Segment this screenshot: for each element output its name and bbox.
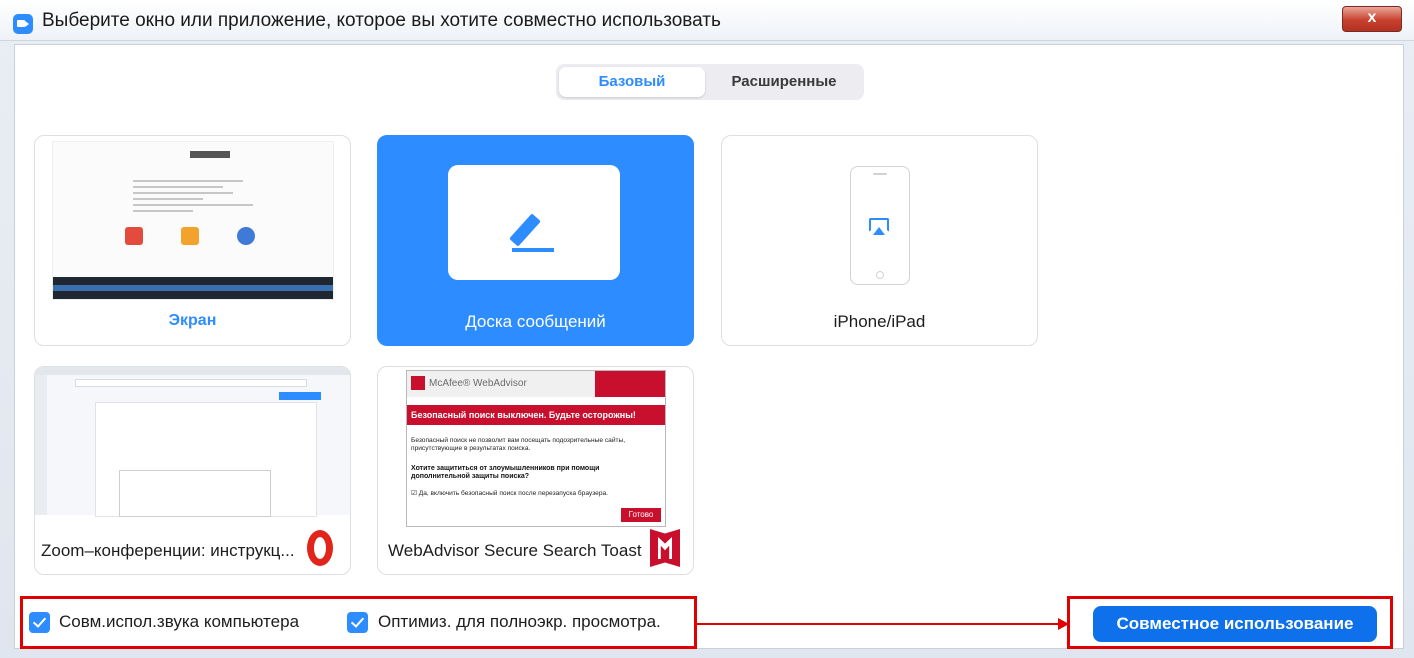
screen-label: Экран bbox=[168, 312, 217, 329]
thumbnail-detail bbox=[35, 367, 350, 375]
tab-advanced[interactable]: Расширенные bbox=[708, 67, 860, 97]
share-dialog-window: Выберите окно или приложение, которое вы… bbox=[0, 0, 1414, 658]
phone-icon bbox=[850, 166, 910, 285]
share-option-mcafee-window[interactable]: McAfee® WebAdvisor Безопасный поиск выкл… bbox=[377, 366, 694, 575]
phone-home-button bbox=[876, 271, 884, 279]
thumbnail-detail bbox=[125, 227, 143, 245]
mcafee-header-accent bbox=[595, 371, 665, 397]
thumbnail-detail bbox=[133, 192, 233, 194]
annotation-arrow-line bbox=[697, 623, 1061, 625]
thumbnail-detail bbox=[75, 379, 307, 387]
thumbnail-detail bbox=[237, 227, 255, 245]
title-bar: Выберите окно или приложение, которое вы… bbox=[0, 0, 1414, 41]
window-title: Выберите окно или приложение, которое вы… bbox=[42, 10, 721, 31]
airplay-triangle-icon bbox=[873, 227, 885, 235]
phone-speaker bbox=[873, 173, 887, 175]
annotation-box-share bbox=[1067, 596, 1393, 649]
thumbnail-detail bbox=[133, 198, 203, 200]
close-button[interactable]: x bbox=[1342, 6, 1402, 32]
mcafee-header-text: McAfee® WebAdvisor bbox=[429, 378, 527, 389]
thumbnail-detail bbox=[133, 186, 223, 188]
screen-thumbnail bbox=[52, 141, 334, 300]
thumbnail-detail bbox=[190, 151, 230, 158]
mcafee-done-button: Готово bbox=[621, 508, 661, 522]
thumbnail-detail bbox=[279, 392, 321, 400]
opera-window-label: Zoom–конференции: инструкц... bbox=[41, 541, 295, 560]
share-option-iphone[interactable]: iPhone/iPad bbox=[721, 135, 1038, 346]
whiteboard-preview bbox=[448, 165, 620, 280]
pencil-icon bbox=[509, 213, 541, 247]
thumbnail-detail bbox=[35, 375, 47, 515]
thumbnail-detail bbox=[181, 227, 199, 245]
pencil-underline-icon bbox=[512, 248, 554, 252]
mcafee-icon bbox=[650, 529, 680, 567]
share-option-opera-window[interactable]: Zoom–конференции: инструкц... bbox=[34, 366, 351, 575]
mcafee-alert: Безопасный поиск выключен. Будьте осторо… bbox=[407, 405, 665, 425]
tab-basic[interactable]: Базовый bbox=[559, 67, 705, 97]
mcafee-question: Хотите защититься от злоумышленников при… bbox=[411, 465, 600, 480]
mcafee-checkbox: ☑ Да, включить безопасный поиск после пе… bbox=[411, 490, 608, 497]
thumbnail-detail bbox=[119, 470, 271, 517]
mcafee-window-label: WebAdvisor Secure Search Toast bbox=[388, 541, 642, 560]
share-option-whiteboard[interactable]: Доска сообщений bbox=[377, 135, 694, 346]
opera-icon bbox=[307, 530, 333, 566]
iphone-label: iPhone/iPad bbox=[833, 312, 926, 331]
mcafee-body: Безопасный поиск не позволит вам посещат… bbox=[411, 437, 626, 452]
thumbnail-detail bbox=[133, 180, 243, 182]
mcafee-shield-icon bbox=[411, 376, 425, 390]
thumbnail-detail bbox=[133, 210, 193, 212]
annotation-arrow-head bbox=[1058, 618, 1069, 630]
zoom-app-icon bbox=[13, 14, 33, 34]
annotation-box-options bbox=[20, 596, 697, 649]
tab-bar: Базовый Расширенные bbox=[556, 64, 864, 100]
thumbnail-detail bbox=[53, 285, 333, 291]
thumbnail-detail bbox=[133, 204, 253, 206]
mcafee-window-thumbnail: McAfee® WebAdvisor Безопасный поиск выкл… bbox=[406, 370, 666, 527]
share-option-screen[interactable]: Экран bbox=[34, 135, 351, 346]
whiteboard-label: Доска сообщений bbox=[465, 312, 606, 331]
opera-window-thumbnail bbox=[35, 367, 350, 517]
